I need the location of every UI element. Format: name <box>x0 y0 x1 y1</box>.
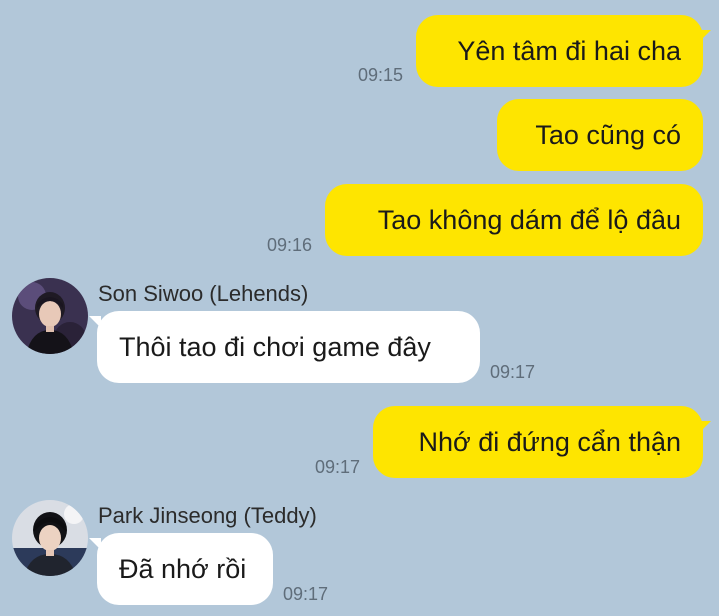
incoming-message-bubble[interactable]: Thôi tao đi chơi game đây <box>97 311 480 383</box>
message-timestamp: 09:17 <box>283 584 329 604</box>
sender-name: Park Jinseong (Teddy) <box>98 503 317 528</box>
bubble-tail <box>89 316 101 328</box>
message-timestamp: 09:15 <box>358 65 404 85</box>
message-text: Yên tâm đi hai cha <box>457 35 681 66</box>
bubble-tail <box>699 30 711 42</box>
outgoing-message-bubble[interactable]: Nhớ đi đứng cẩn thận <box>373 406 703 478</box>
message-text: Tao cũng có <box>535 119 681 150</box>
outgoing-message-bubble[interactable]: Yên tâm đi hai cha <box>416 15 703 87</box>
sender-avatar[interactable] <box>12 278 88 354</box>
bubble-tail <box>89 538 101 550</box>
outgoing-message-bubble[interactable]: Tao cũng có <box>497 99 703 171</box>
message-text: Thôi tao đi chơi game đây <box>119 331 431 362</box>
profile-photo-icon <box>12 500 88 576</box>
profile-photo-icon <box>12 278 88 354</box>
bubble-tail <box>699 421 711 433</box>
sender-name: Son Siwoo (Lehends) <box>98 281 309 306</box>
message-timestamp: 09:17 <box>315 457 361 477</box>
message-text: Nhớ đi đứng cẩn thận <box>418 426 681 457</box>
outgoing-message-bubble[interactable]: Tao không dám để lộ đâu <box>325 184 703 256</box>
message-timestamp: 09:16 <box>267 235 313 255</box>
message-text: Đã nhớ rồi <box>119 553 247 584</box>
sender-avatar[interactable] <box>12 500 88 576</box>
message-text: Tao không dám để lộ đâu <box>377 204 681 235</box>
incoming-message-bubble[interactable]: Đã nhớ rồi <box>97 533 273 605</box>
message-timestamp: 09:17 <box>490 362 536 382</box>
